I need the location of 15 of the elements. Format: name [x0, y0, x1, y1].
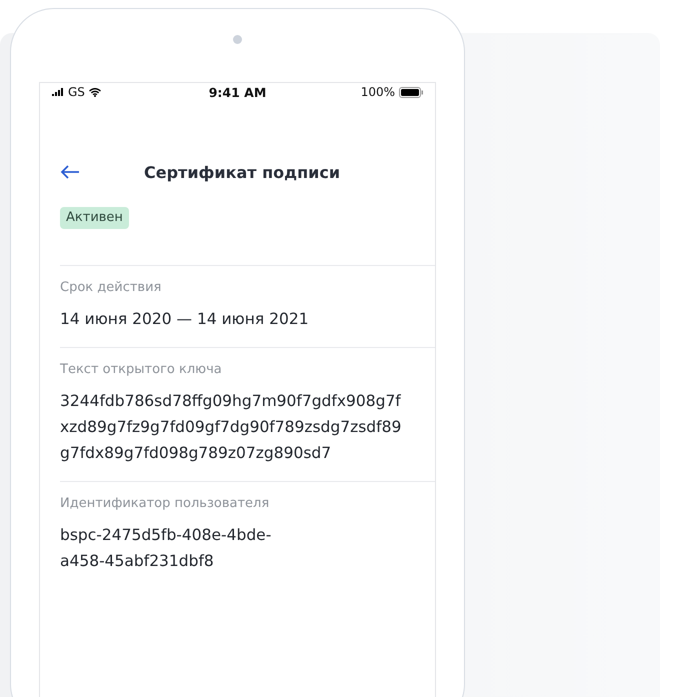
battery-icon — [399, 86, 423, 98]
field-label: Идентификатор пользователя — [60, 496, 270, 511]
field-value: bspc-2475d5fb-408e-4bde-a458-45abf231dbf8 — [60, 525, 272, 572]
carrier-text: GS — [68, 85, 85, 99]
signal-icon — [52, 88, 64, 96]
field-label: Срок действия — [60, 280, 162, 295]
field-label: Текст открытого ключа — [60, 362, 223, 377]
screen-title: Сертификат подписи — [144, 162, 340, 182]
camera-dot — [233, 35, 242, 44]
status-time: 9:41 AM — [208, 84, 266, 100]
field-value: 3244fdb786sd78ffg09hg7m90f7gdfx908g7fxzd89g7fz9g7fd09gf7dg90f789zsdg7zsdf89g7fdx89g7fd098g789z07zg890sd7 — [60, 391, 402, 464]
status-badge: Активен — [60, 207, 129, 229]
battery-text: 100% — [360, 85, 395, 99]
field-value: 14 июня 2020 — 14 июня 2021 — [60, 309, 310, 330]
wifi-icon — [88, 88, 101, 96]
